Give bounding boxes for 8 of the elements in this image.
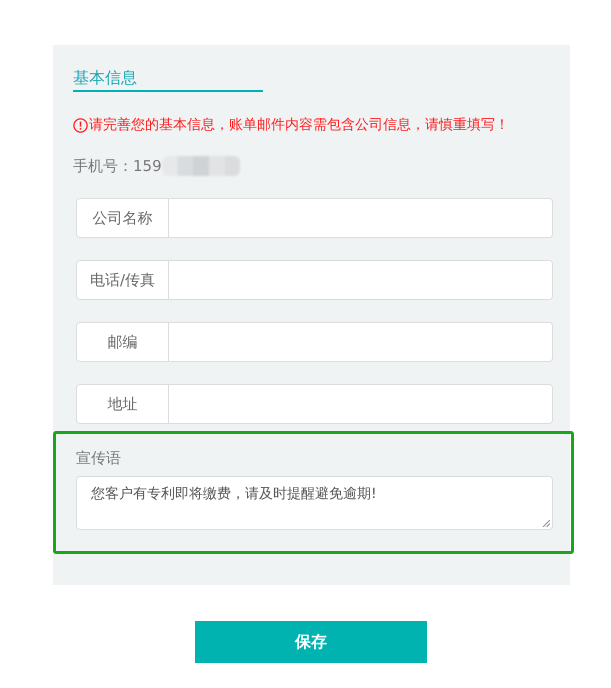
resize-grip-icon[interactable]: [542, 519, 550, 527]
notice-text: 请完善您的基本信息，账单邮件内容需包含公司信息，请慎重填写！: [89, 116, 509, 134]
section-title: 基本信息: [73, 68, 138, 88]
phone-number-text: 手机号：159: [73, 156, 162, 176]
slogan-label: 宣传语: [76, 449, 121, 467]
slogan-text: 您客户有专利即将缴费，请及时提醒避免逾期!: [91, 485, 377, 503]
slogan-field[interactable]: 您客户有专利即将缴费，请及时提醒避免逾期!: [76, 476, 553, 530]
warning-icon: [73, 118, 88, 132]
